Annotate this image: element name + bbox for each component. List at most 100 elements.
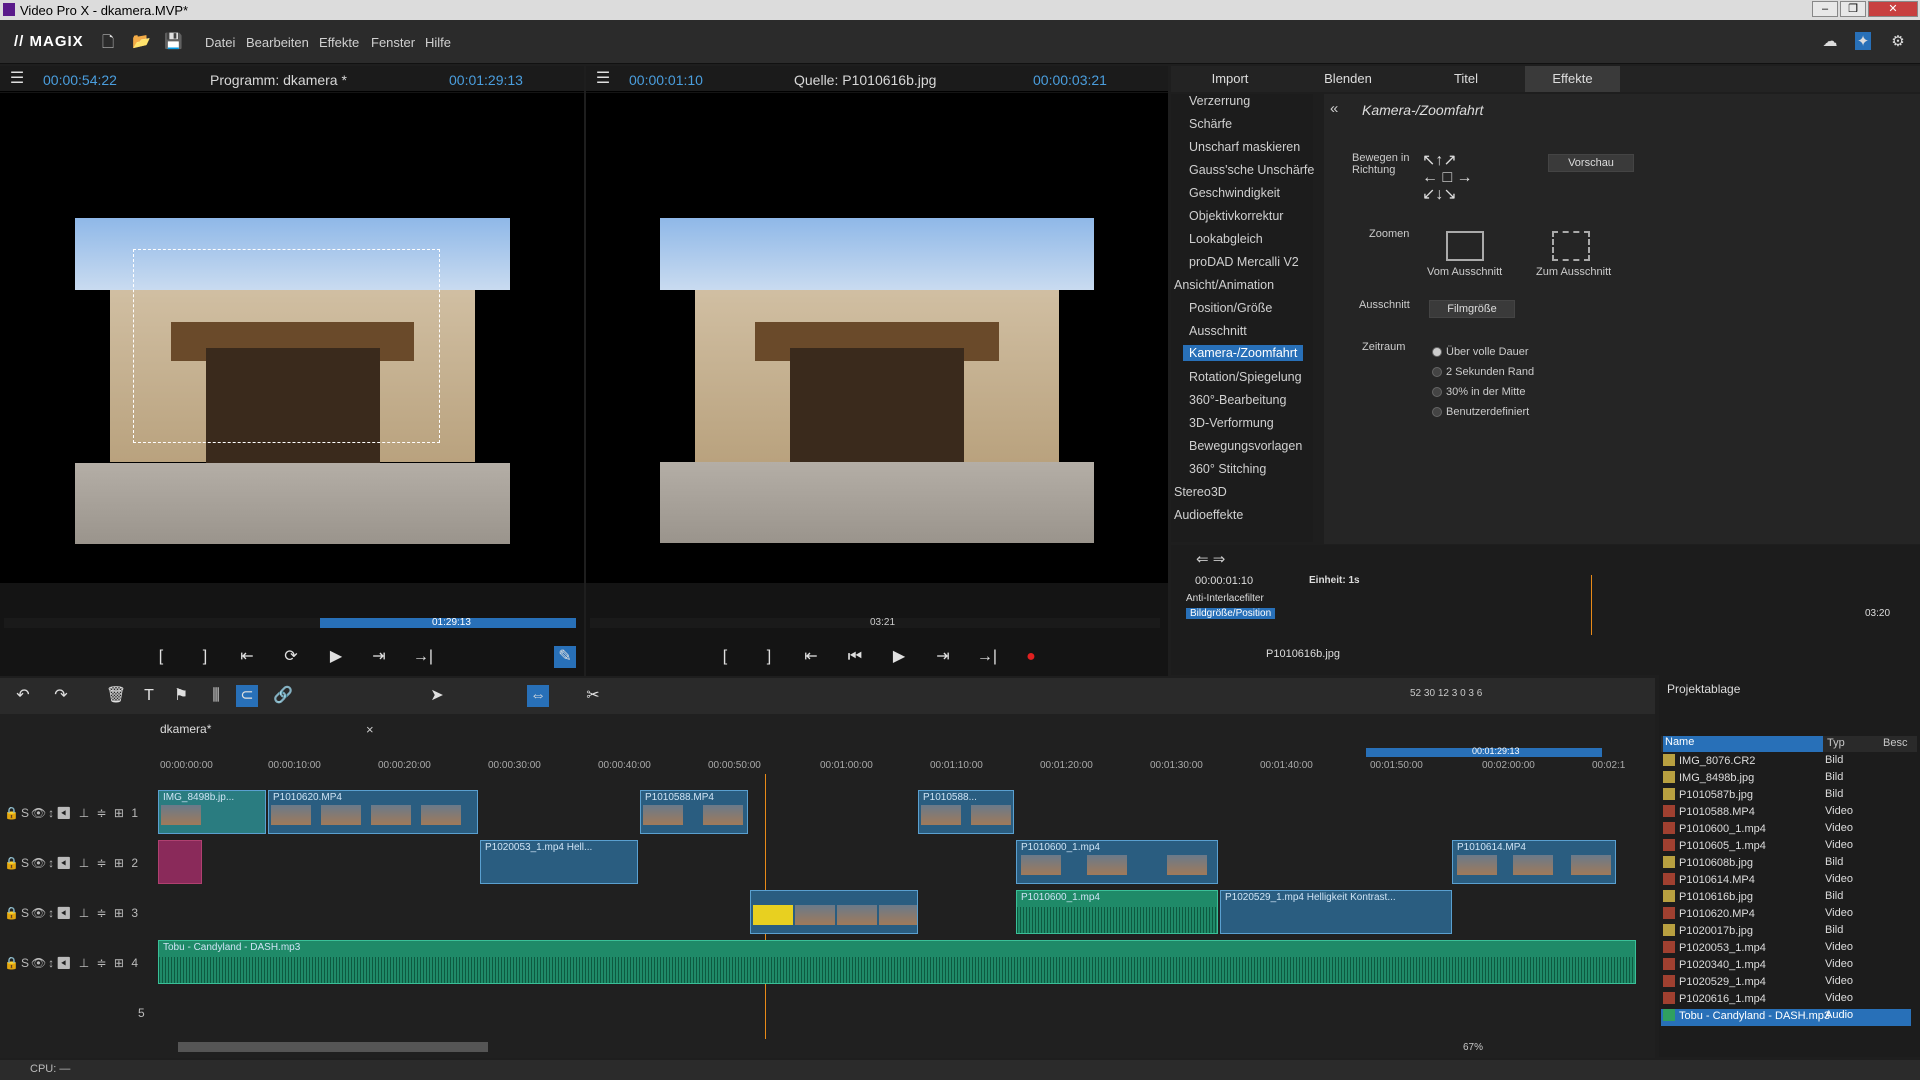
fx-item[interactable]: Unscharf maskieren xyxy=(1189,140,1300,154)
col-name[interactable]: Name xyxy=(1663,736,1823,752)
ripple-icon[interactable]: ⊂ xyxy=(236,685,258,707)
mark-out-button[interactable]: ] xyxy=(194,646,216,668)
tab-blenden[interactable]: Blenden xyxy=(1289,66,1407,92)
back-icon[interactable]: « xyxy=(1330,100,1338,117)
fx-mode-icon[interactable]: ✦ xyxy=(1855,32,1871,50)
timeline-clip[interactable]: P1010614.MP4 xyxy=(1452,840,1616,884)
source-timecode[interactable]: 00:00:01:10 xyxy=(629,72,703,88)
goto-start-button[interactable]: ⇤ xyxy=(800,646,822,668)
kf-playhead[interactable] xyxy=(1591,575,1592,635)
timeline-clip[interactable]: P1010600_1.mp4 xyxy=(1016,840,1218,884)
pointer-icon[interactable]: ➤ xyxy=(426,685,448,707)
goto-end-button[interactable]: →| xyxy=(976,646,998,668)
close-tab-icon[interactable]: × xyxy=(366,722,374,737)
tab-effekte[interactable]: Effekte xyxy=(1525,66,1620,92)
film-size-button[interactable]: Filmgröße xyxy=(1429,300,1515,318)
open-folder-icon[interactable]: 📂 xyxy=(132,32,151,50)
direction-arrows-icon[interactable]: ↖↑↗ ← □ → ↙↓↘ xyxy=(1422,152,1473,203)
next-marker-button[interactable]: ⇥ xyxy=(932,646,954,668)
list-item[interactable]: P1010588.MP4 Video xyxy=(1661,805,1911,822)
track-controls[interactable]: 🔒S👁↕◀ ⊥ ≑ ⊞ 4 xyxy=(4,956,140,970)
menu-hilfe[interactable]: Hilfe xyxy=(425,35,451,50)
fx-item[interactable]: Geschwindigkeit xyxy=(1189,186,1280,200)
menu-icon[interactable]: ☰ xyxy=(6,68,28,90)
timeline-clip[interactable]: P1010588.MP4 xyxy=(640,790,748,834)
next-marker-button[interactable]: ⇥ xyxy=(368,646,390,668)
zoom-to-icon[interactable] xyxy=(1552,231,1590,261)
snap-icon[interactable]: ⇔ xyxy=(527,685,549,707)
mark-in-button[interactable]: [ xyxy=(150,646,172,668)
list-item[interactable]: P1010620.MP4 Video xyxy=(1661,907,1911,924)
timeline-clip[interactable]: IMG_8498b.jp... xyxy=(158,790,266,834)
range-radio[interactable] xyxy=(1432,367,1442,377)
menu-datei[interactable]: Datei xyxy=(205,35,235,50)
range-radio[interactable] xyxy=(1432,387,1442,397)
list-item[interactable]: IMG_8498b.jpg Bild xyxy=(1661,771,1911,788)
fx-item[interactable]: Position/Größe xyxy=(1189,301,1272,315)
play-button[interactable]: ▶ xyxy=(325,646,347,668)
fx-item[interactable]: Gauss'sche Unschärfe xyxy=(1189,163,1314,177)
list-item[interactable]: P1020529_1.mp4 Video xyxy=(1661,975,1911,992)
program-timecode[interactable]: 00:00:54:22 xyxy=(43,72,117,88)
play-button[interactable]: ▶ xyxy=(888,646,910,668)
prev-frame-button[interactable]: ⏮ xyxy=(844,646,866,668)
undo-kf-icon[interactable]: ⇐ ⇒ xyxy=(1196,550,1225,568)
timeline-clip[interactable]: P1020053_1.mp4 Hell... xyxy=(480,840,638,884)
list-item[interactable]: P1010614.MP4 Video xyxy=(1661,873,1911,890)
timeline-clip[interactable]: P1020529_1.mp4 Helligkeit Kontrast... xyxy=(1220,890,1452,934)
kf-row-bildgroesse[interactable]: Bildgröße/Position xyxy=(1186,608,1276,619)
fx-category[interactable]: Audioeffekte xyxy=(1174,508,1243,522)
audio-clip[interactable]: Tobu - Candyland - DASH.mp3 xyxy=(158,940,1636,984)
list-item[interactable]: P1010616b.jpg Bild xyxy=(1661,890,1911,907)
menu-bearbeiten[interactable]: Bearbeiten xyxy=(246,35,309,50)
zoom-level[interactable]: 67% xyxy=(1463,1042,1483,1053)
timeline-clip[interactable]: P1010588... xyxy=(918,790,1014,834)
fx-item[interactable]: 360°-Bearbeitung xyxy=(1189,393,1286,407)
goto-start-button[interactable]: ⇤ xyxy=(236,646,258,668)
track-controls[interactable]: 🔒S👁↕◀ ⊥ ≑ ⊞ 2 xyxy=(4,856,140,870)
range-radio[interactable] xyxy=(1432,407,1442,417)
menu-effekte[interactable]: Effekte xyxy=(319,35,359,50)
source-scrubber[interactable]: 03:21 xyxy=(590,617,1160,628)
list-item-selected[interactable]: Tobu - Candyland - DASH.mp3 Audio xyxy=(1661,1009,1911,1026)
list-item[interactable]: IMG_8076.CR2 Bild xyxy=(1661,754,1911,771)
track-controls[interactable]: 🔒S👁↕◀ ⊥ ≑ ⊞ 1 xyxy=(4,806,140,820)
list-item[interactable]: P1010605_1.mp4 Video xyxy=(1661,839,1911,856)
preview-button[interactable]: Vorschau xyxy=(1548,154,1634,172)
list-item[interactable]: P1020053_1.mp4 Video xyxy=(1661,941,1911,958)
timeline-scrollbar[interactable] xyxy=(178,1042,488,1052)
split-icon[interactable]: ⫼ xyxy=(205,685,227,707)
list-item[interactable]: P1020340_1.mp4 Video xyxy=(1661,958,1911,975)
program-video[interactable] xyxy=(0,93,584,583)
fx-item[interactable]: Bewegungsvorlagen xyxy=(1189,439,1302,453)
fx-item[interactable]: 360° Stitching xyxy=(1189,462,1266,476)
cut-icon[interactable]: ✂ xyxy=(582,685,604,707)
timeline-clip[interactable] xyxy=(158,840,202,884)
fx-item[interactable]: Objektivkorrektur xyxy=(1189,209,1283,223)
record-button[interactable]: ● xyxy=(1020,646,1042,668)
list-item[interactable]: P1020017b.jpg Bild xyxy=(1661,924,1911,941)
loop-button[interactable]: ⟳ xyxy=(280,646,302,668)
tab-import[interactable]: Import xyxy=(1171,66,1289,92)
timeline-clip[interactable]: P1010620.MP4 xyxy=(268,790,478,834)
undo-icon[interactable]: ↶ xyxy=(12,685,34,707)
source-video[interactable] xyxy=(586,93,1168,583)
fx-item[interactable]: Lookabgleich xyxy=(1189,232,1263,246)
col-desc[interactable]: Besc xyxy=(1883,737,1907,749)
save-icon[interactable]: 💾 xyxy=(164,32,183,50)
new-file-icon[interactable]: 🗋 xyxy=(100,32,116,51)
fx-category[interactable]: Stereo3D xyxy=(1174,485,1227,499)
zoom-from-icon[interactable] xyxy=(1446,231,1484,261)
fx-item[interactable]: Ausschnitt xyxy=(1189,324,1247,338)
tools-button[interactable]: ✎ xyxy=(554,646,576,668)
settings-icon[interactable]: ⚙ xyxy=(1890,32,1906,50)
mark-in-button[interactable]: [ xyxy=(714,646,736,668)
marker-icon[interactable]: ⚑ xyxy=(170,685,192,707)
timeline-tab[interactable]: dkamera* xyxy=(160,722,211,736)
close-button[interactable]: ✕ xyxy=(1868,1,1918,17)
kf-row-antiinterlace[interactable]: Anti-Interlacefilter xyxy=(1186,593,1264,604)
fx-item[interactable]: 3D-Verformung xyxy=(1189,416,1274,430)
cloud-icon[interactable]: ☁ xyxy=(1822,32,1838,50)
program-scrubber[interactable]: 01:29:13 xyxy=(4,617,576,628)
fx-item-selected[interactable]: Kamera-/Zoomfahrt xyxy=(1183,345,1304,361)
